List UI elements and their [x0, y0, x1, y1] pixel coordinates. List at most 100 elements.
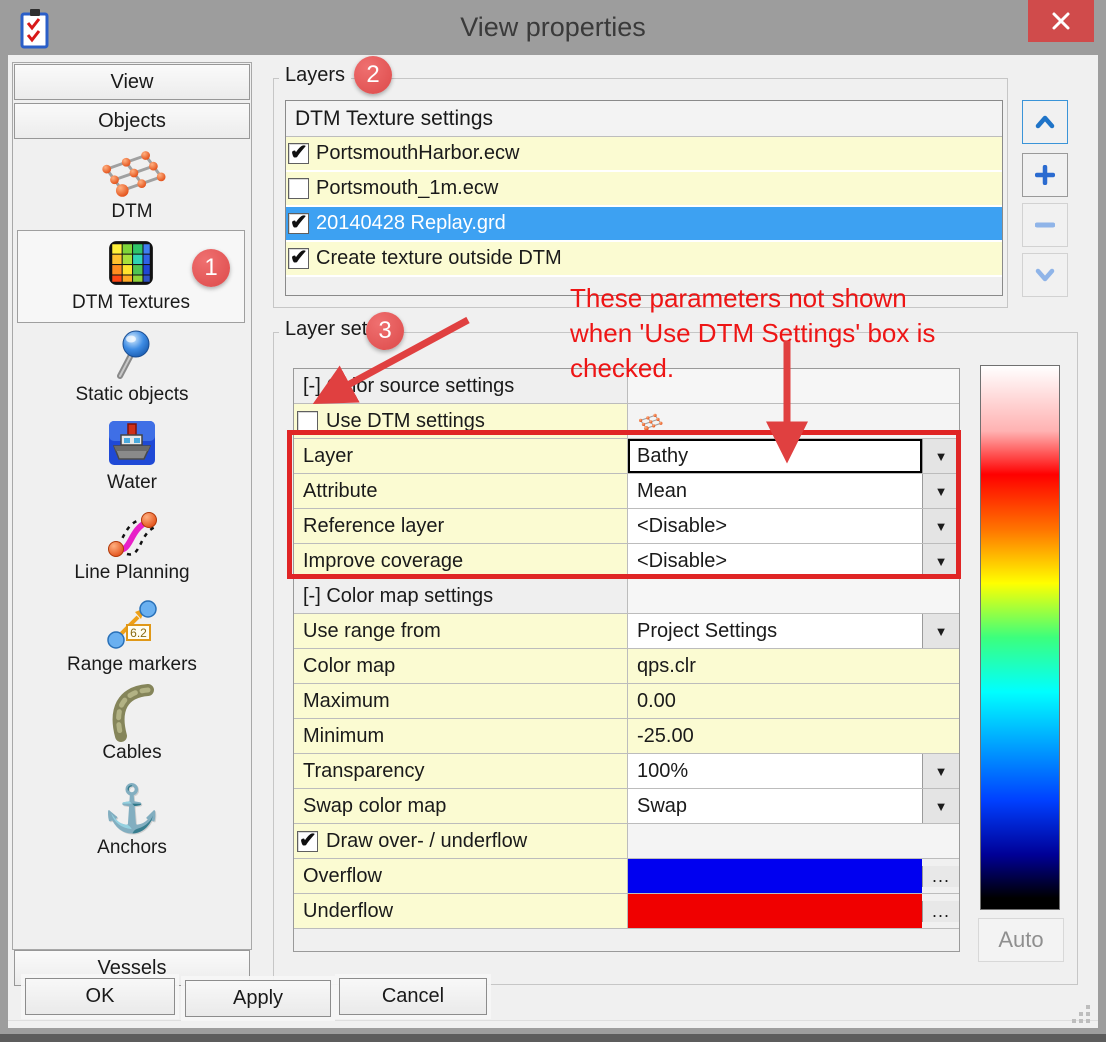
table-row-color-map-settings[interactable]: [-] Color map settings: [294, 579, 959, 614]
sidebar-item-dtm[interactable]: DTM: [15, 145, 249, 223]
swap-color-map-dropdown-arrow[interactable]: ▼: [922, 789, 959, 823]
callout-badge-1: 1: [192, 249, 230, 287]
row-label: Use range from: [294, 614, 628, 648]
pin-icon: [108, 329, 156, 381]
plus-icon: [1035, 165, 1055, 185]
layer-checkbox[interactable]: [288, 178, 309, 199]
ok-button[interactable]: OK: [25, 978, 175, 1015]
tab-view[interactable]: View: [14, 64, 250, 100]
improve-coverage-dropdown-arrow[interactable]: ▼: [922, 544, 959, 578]
table-filler: [294, 929, 959, 951]
maximum-value[interactable]: 0.00: [628, 684, 959, 718]
table-row-layer: Layer Bathy ▼: [294, 439, 959, 474]
sidebar-item-cables[interactable]: Cables: [15, 686, 249, 764]
annotation-text: These parameters not shown when 'Use DTM…: [570, 281, 1020, 386]
move-down-button[interactable]: [1022, 253, 1068, 297]
row-label: Underflow: [294, 894, 628, 928]
table-row-maximum: Maximum 0.00: [294, 684, 959, 719]
layer-checkbox[interactable]: [288, 248, 309, 269]
chevron-up-icon: [1034, 114, 1056, 130]
sidebar-item-water[interactable]: Water: [15, 416, 249, 494]
underflow-color-swatch[interactable]: [628, 894, 922, 928]
row-label: Use DTM settings: [326, 410, 485, 433]
add-layer-button[interactable]: [1022, 153, 1068, 197]
attribute-dropdown[interactable]: Mean: [628, 474, 922, 508]
row-label: Draw over- / underflow: [326, 830, 527, 853]
window-title: View properties: [0, 0, 1106, 55]
row-label: Swap color map: [294, 789, 628, 823]
layer-row-label: PortsmouthHarbor.ecw: [316, 142, 519, 165]
row-label: Maximum: [294, 684, 628, 718]
sidebar-item-label: Water: [15, 472, 249, 494]
reference-layer-dropdown-arrow[interactable]: ▼: [922, 509, 959, 543]
apply-button[interactable]: Apply: [185, 980, 331, 1017]
sidebar-item-label: Anchors: [15, 837, 249, 859]
transparency-dropdown[interactable]: 100%: [628, 754, 922, 788]
close-button[interactable]: [1028, 0, 1094, 42]
transparency-dropdown-arrow[interactable]: ▼: [922, 754, 959, 788]
window-bottom-edge: [0, 1034, 1106, 1042]
improve-coverage-dropdown[interactable]: <Disable>: [628, 544, 922, 578]
row-label: Improve coverage: [294, 544, 628, 578]
attribute-dropdown-arrow[interactable]: ▼: [922, 474, 959, 508]
app-icon: [18, 8, 52, 50]
layer-row-create-texture[interactable]: Create texture outside DTM: [286, 242, 1002, 277]
overflow-color-swatch[interactable]: [628, 859, 922, 893]
sidebar-item-label: Cables: [15, 742, 249, 764]
row-label: Attribute: [294, 474, 628, 508]
sidebar-item-label: Range markers: [15, 654, 249, 676]
reference-layer-dropdown[interactable]: <Disable>: [628, 509, 922, 543]
color-scale: [980, 365, 1060, 910]
table-row-overflow: Overflow ...: [294, 859, 959, 894]
sidebar-item-label: Static objects: [15, 384, 249, 406]
layer-checkbox[interactable]: [288, 213, 309, 234]
sidebar-item-label: DTM Textures: [18, 292, 244, 314]
table-row-attribute: Attribute Mean ▼: [294, 474, 959, 509]
layer-row-20140428-replay[interactable]: 20140428 Replay.grd: [286, 207, 1002, 242]
overflow-color-picker-button[interactable]: ...: [922, 866, 959, 887]
minimum-value[interactable]: -25.00: [628, 719, 959, 753]
layer-setup-table: [-] Color source settings Use DTM settin…: [293, 368, 960, 952]
table-row-swap-color-map: Swap color map Swap ▼: [294, 789, 959, 824]
remove-layer-button[interactable]: [1022, 203, 1068, 247]
color-map-value[interactable]: qps.clr: [628, 649, 959, 683]
callout-badge-2: 2: [354, 56, 392, 94]
sidebar-item-static-objects[interactable]: Static objects: [15, 328, 249, 406]
row-label: Overflow: [294, 859, 628, 893]
use-range-from-dropdown-arrow[interactable]: ▼: [922, 614, 959, 648]
row-label: Color map: [294, 649, 628, 683]
use-range-from-dropdown[interactable]: Project Settings: [628, 614, 922, 648]
use-dtm-settings-checkbox[interactable]: [297, 411, 318, 432]
row-label: Minimum: [294, 719, 628, 753]
swap-color-map-dropdown[interactable]: Swap: [628, 789, 922, 823]
sidebar-item-label: DTM: [15, 201, 249, 223]
layer-row-portsmouthharbor[interactable]: PortsmouthHarbor.ecw: [286, 137, 1002, 172]
callout-badge-3: 3: [366, 312, 404, 350]
table-row-use-range-from: Use range from Project Settings ▼: [294, 614, 959, 649]
range-marker-value: 6.2: [130, 626, 147, 640]
sidebar-item-label: Line Planning: [15, 562, 249, 584]
cable-icon: [106, 684, 158, 742]
table-row-improve-coverage: Improve coverage <Disable> ▼: [294, 544, 959, 579]
tab-objects[interactable]: Objects: [14, 103, 250, 139]
draw-over-underflow-checkbox[interactable]: [297, 831, 318, 852]
table-row-use-dtm-settings[interactable]: Use DTM settings: [294, 404, 959, 439]
move-up-button[interactable]: [1022, 100, 1068, 144]
layer-row-portsmouth-1m[interactable]: Portsmouth_1m.ecw: [286, 172, 1002, 207]
layers-list-header: DTM Texture settings: [286, 101, 1002, 137]
sidebar-item-range-markers[interactable]: 6.2 Range markers: [15, 598, 249, 676]
layer-dropdown[interactable]: Bathy: [628, 439, 922, 473]
auto-button[interactable]: Auto: [978, 918, 1064, 962]
resize-grip[interactable]: [1070, 1003, 1092, 1025]
sidebar-item-line-planning[interactable]: Line Planning: [15, 506, 249, 584]
dtm-mesh-icon: [97, 147, 167, 197]
layer-row-label: Portsmouth_1m.ecw: [316, 177, 498, 200]
layer-checkbox[interactable]: [288, 143, 309, 164]
sidebar-item-anchors[interactable]: ⚓ Anchors: [15, 781, 249, 859]
underflow-color-picker-button[interactable]: ...: [922, 901, 959, 922]
layer-dropdown-arrow[interactable]: ▼: [922, 439, 959, 473]
dtm-mesh-icon: [637, 412, 663, 431]
title-bar: View properties: [0, 0, 1106, 55]
layers-group-title: Layers: [279, 64, 351, 87]
cancel-button[interactable]: Cancel: [339, 978, 487, 1015]
